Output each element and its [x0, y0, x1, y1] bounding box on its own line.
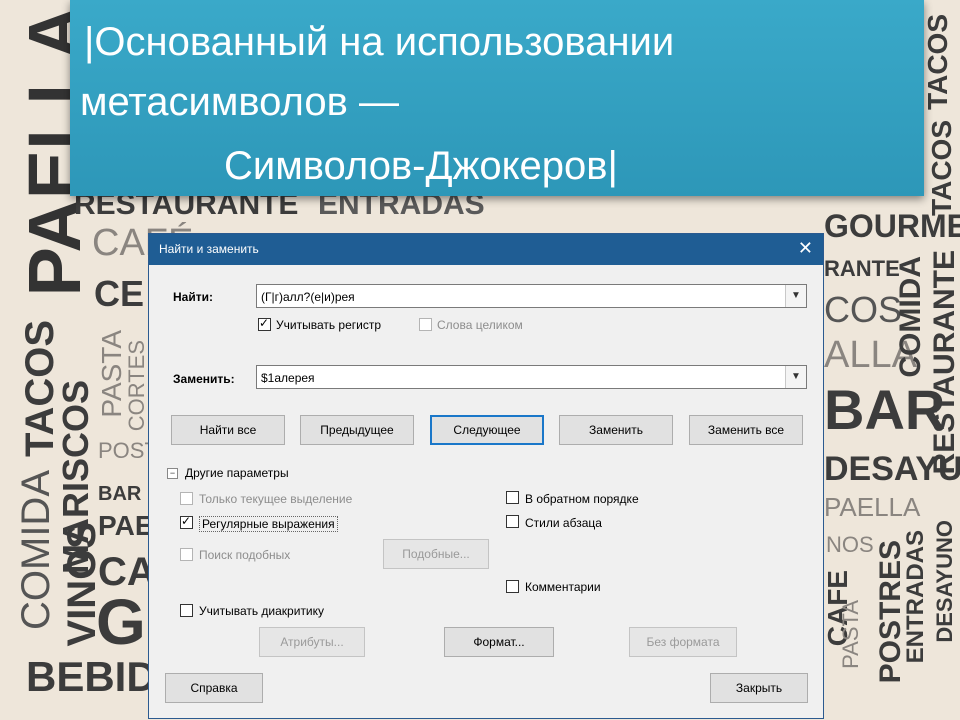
match-case-checkbox[interactable]: ✓ — [258, 316, 271, 331]
backwards-checkbox[interactable] — [506, 491, 519, 504]
find-replace-dialog: Найти и заменить ✕ Найти: (Г|г)алл?(е|и)… — [148, 233, 824, 719]
para-styles-label[interactable]: Стили абзаца — [525, 516, 602, 530]
help-button[interactable]: Справка — [165, 673, 263, 703]
bg-word: PASTA — [838, 600, 863, 669]
find-all-button[interactable]: Найти все — [171, 415, 285, 445]
similar-label[interactable]: Поиск подобных — [199, 548, 290, 562]
chevron-down-icon[interactable]: ▼ — [785, 366, 806, 388]
slide-title-banner: |Основанный на использовании метасимволо… — [70, 0, 924, 196]
regex-label[interactable]: Регулярные выражения — [199, 516, 338, 532]
chevron-down-icon[interactable]: ▼ — [785, 285, 806, 307]
bg-word: RESTAURANTE — [928, 250, 960, 475]
bg-word: PAELLA — [824, 492, 921, 522]
backwards-label[interactable]: В обратном порядке — [525, 492, 639, 506]
dialog-titlebar: Найти и заменить ✕ — [149, 234, 823, 265]
close-button[interactable]: Закрыть — [710, 673, 808, 703]
replace-label: Заменить: — [173, 372, 235, 386]
previous-button[interactable]: Предыдущее — [300, 415, 414, 445]
replace-all-button[interactable]: Заменить все — [689, 415, 803, 445]
replace-button[interactable]: Заменить — [559, 415, 673, 445]
bg-word: ENTRADAS — [902, 530, 929, 664]
diacritics-label[interactable]: Учитывать диакритику — [199, 604, 324, 618]
slide-title-line-3: Символов-Джокеров| — [224, 144, 618, 188]
slide-title-line-1: |Основанный на использовании — [84, 20, 675, 64]
replace-input[interactable]: $1алерея ▼ — [256, 365, 807, 389]
no-format-button[interactable]: Без формата — [629, 627, 737, 657]
bg-word: COMIDA — [14, 470, 58, 630]
bg-word: NOS — [826, 532, 874, 557]
current-selection-label[interactable]: Только текущее выделение — [199, 492, 352, 506]
para-styles-checkbox[interactable] — [506, 515, 519, 528]
format-button[interactable]: Формат... — [444, 627, 554, 657]
find-input[interactable]: (Г|г)алл?(е|и)рея ▼ — [256, 284, 807, 308]
similar-button[interactable]: Подобные... — [383, 539, 489, 569]
diacritics-checkbox[interactable] — [180, 604, 193, 617]
bg-word: RANTE — [824, 256, 900, 281]
bg-word: COS — [824, 289, 903, 330]
current-selection-checkbox[interactable] — [180, 492, 193, 505]
find-input-value: (Г|г)алл?(е|и)рея — [261, 290, 355, 304]
bg-word: PAE — [98, 510, 154, 541]
next-button[interactable]: Следующее — [430, 415, 544, 445]
collapse-icon[interactable]: − — [167, 468, 178, 479]
comments-label[interactable]: Комментарии — [525, 580, 601, 594]
bg-word: TACOS — [926, 120, 957, 216]
regex-checkbox[interactable]: ✓ — [180, 514, 193, 529]
match-case-label[interactable]: Учитывать регистр — [276, 318, 381, 332]
bg-word: PASTA — [96, 330, 127, 418]
bg-word: CE — [94, 273, 145, 314]
slide-title-line-2: метасимволов — — [80, 80, 399, 124]
similar-checkbox[interactable] — [180, 548, 193, 561]
whole-words-checkbox[interactable] — [419, 318, 432, 331]
bg-word: BAR — [98, 483, 142, 505]
whole-words-label[interactable]: Слова целиком — [437, 318, 523, 332]
other-options-label[interactable]: Другие параметры — [185, 466, 289, 480]
close-icon[interactable]: ✕ — [798, 238, 813, 259]
replace-input-value: $1алерея — [261, 371, 315, 385]
bg-word: CORTES — [124, 340, 149, 432]
bg-word: COMIDA — [894, 256, 927, 378]
attributes-button[interactable]: Атрибуты... — [259, 627, 365, 657]
bg-word: GOURMET — [824, 208, 960, 244]
comments-checkbox[interactable] — [506, 580, 519, 593]
find-label: Найти: — [173, 290, 213, 304]
bg-word: DESAYUNO — [932, 520, 957, 643]
bg-word: TACOS — [18, 320, 62, 458]
bg-word: TACOS — [922, 14, 953, 110]
dialog-title: Найти и заменить — [159, 242, 259, 256]
